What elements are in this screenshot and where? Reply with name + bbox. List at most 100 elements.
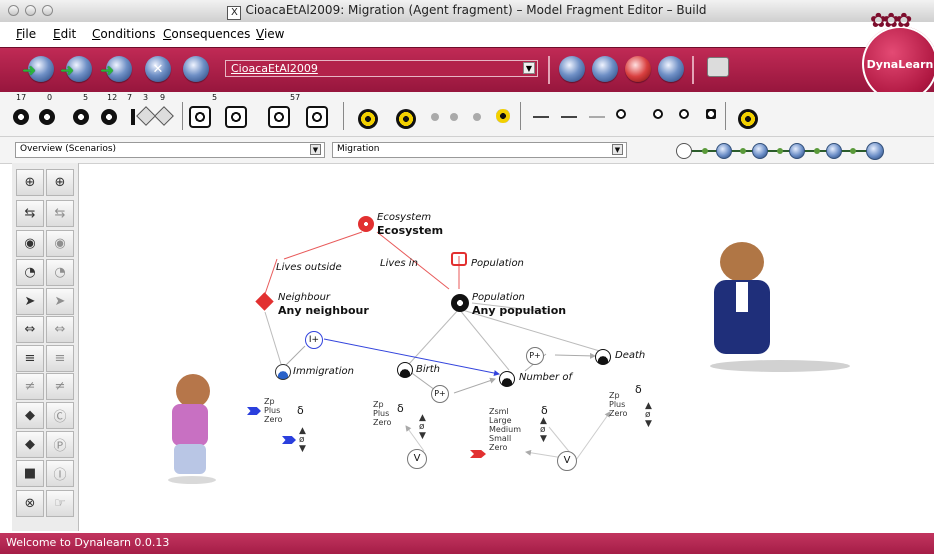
- arrow-icon[interactable]: [650, 106, 672, 128]
- edit-globe-icon-2[interactable]: [592, 56, 618, 82]
- simulate-edit-icon[interactable]: [393, 106, 416, 129]
- equality-tool-icon-2[interactable]: ≡: [46, 345, 74, 372]
- view-select-value: Overview (Scenarios): [20, 144, 117, 154]
- model-fragment-count: 5: [212, 93, 218, 102]
- printer-icon[interactable]: [707, 57, 729, 77]
- scenario-edit-icon[interactable]: [306, 106, 328, 128]
- ecosystem-entity-icon[interactable]: [358, 216, 374, 232]
- equality-tool-icon[interactable]: ≡: [16, 345, 44, 372]
- chevron-down-icon[interactable]: ▼: [523, 62, 535, 74]
- model-select[interactable]: CioacaEtAl2009 ▼: [225, 60, 538, 77]
- birth-quantity-icon[interactable]: [397, 362, 413, 378]
- add-entity-icon[interactable]: ⊕: [16, 169, 44, 196]
- java-app-icon: X: [227, 6, 242, 20]
- add-influence-icon[interactable]: ■: [16, 460, 44, 487]
- agent-count: 0: [47, 93, 53, 102]
- population-name-label: Any population: [472, 304, 567, 317]
- simulate-icon[interactable]: [355, 106, 378, 129]
- add-proportionality-icon[interactable]: ◆: [16, 431, 44, 458]
- proportionality-node-2[interactable]: P+: [431, 385, 449, 403]
- entity-icon[interactable]: [10, 106, 32, 128]
- learning-space-step-4[interactable]: [789, 143, 805, 159]
- view-select[interactable]: Overview (Scenarios) ▼: [15, 142, 325, 158]
- toolbar-divider: [692, 56, 694, 84]
- correspondence-tool-icon-2[interactable]: ⇔: [46, 316, 74, 343]
- dependency-icon[interactable]: [530, 106, 552, 128]
- proportionality-tool-icon[interactable]: Ⓟ: [46, 431, 74, 458]
- cancel-globe-icon[interactable]: ✕: [145, 56, 171, 82]
- relation-lives-in[interactable]: Lives in: [380, 258, 418, 269]
- number-of-derivative-space: ▲ ø ▼: [540, 416, 547, 444]
- immigration-derivative-space: ▲ ø ▼: [299, 426, 306, 454]
- sort-tool-icon[interactable]: ⊗: [16, 490, 44, 517]
- learning-space-step-6[interactable]: [866, 142, 884, 160]
- add-value-icon[interactable]: ◆: [16, 402, 44, 429]
- inequality-tool-icon-2[interactable]: ≠: [46, 373, 74, 400]
- ingredient-toolbar: 17 0 5 12 7 3 9 5 57: [0, 92, 934, 137]
- value-correspondence-node-1[interactable]: V: [407, 449, 427, 469]
- configuration-tool-icon-2[interactable]: ⇆: [46, 200, 74, 227]
- population-entity-icon[interactable]: [451, 294, 469, 312]
- relation-lives-outside[interactable]: Lives outside: [276, 262, 342, 273]
- arrow-tool-icon[interactable]: ➤: [16, 288, 44, 315]
- quantity-tool-icon[interactable]: ◉: [16, 230, 44, 257]
- death-label: Death: [615, 350, 646, 361]
- quantity-icon[interactable]: [98, 106, 120, 128]
- fragment-select[interactable]: Migration ▼: [332, 142, 627, 158]
- learning-space-step-3[interactable]: [752, 143, 768, 159]
- dependency-icon-3[interactable]: [586, 106, 608, 128]
- proportionality-node-1[interactable]: P+: [526, 347, 544, 365]
- globe-icon[interactable]: [183, 56, 209, 82]
- state-icon-2[interactable]: [443, 106, 465, 128]
- ecosystem-type-label: Ecosystem: [377, 212, 432, 223]
- configuration-tool-icon[interactable]: ⇆: [16, 200, 44, 227]
- add-agent-icon[interactable]: ⊕: [46, 169, 74, 196]
- learning-space-step-2[interactable]: [716, 143, 732, 159]
- pointer-tool-icon[interactable]: ☞: [46, 490, 74, 517]
- menu-consequences[interactable]: Consequences: [163, 27, 250, 41]
- correspondence-icon[interactable]: [613, 106, 635, 128]
- learning-space-step-1[interactable]: [676, 143, 692, 159]
- link-icon[interactable]: [676, 106, 698, 128]
- window-title-text: CioacaEtAl2009: Migration (Agent fragmen…: [245, 3, 707, 17]
- arrow-tool-icon-2[interactable]: ➤: [46, 288, 74, 315]
- chart-globe-icon[interactable]: [625, 56, 651, 82]
- back-globe-icon-2[interactable]: ➜: [60, 56, 92, 82]
- gauge-tool-icon-2[interactable]: ◔: [46, 259, 74, 286]
- influence-node[interactable]: I+: [305, 331, 323, 349]
- population-agent-icon[interactable]: [451, 252, 467, 266]
- correspondence-tool-icon[interactable]: ⇔: [16, 316, 44, 343]
- simulate-small-icon[interactable]: [493, 106, 515, 128]
- simulate-full-icon[interactable]: [735, 106, 758, 129]
- influence-tool-icon[interactable]: Ⓘ: [46, 460, 74, 487]
- learning-space-step-5[interactable]: [826, 143, 842, 159]
- back-globe-icon-3[interactable]: ➜: [100, 56, 132, 82]
- edit-globe-icon[interactable]: [559, 56, 585, 82]
- lock-icon[interactable]: [703, 106, 725, 128]
- chevron-down-icon[interactable]: ▼: [310, 144, 321, 155]
- agent-icon[interactable]: [36, 106, 58, 128]
- scenario-icon[interactable]: [268, 106, 290, 128]
- dependency-icon-2[interactable]: [558, 106, 580, 128]
- death-quantity-icon[interactable]: [595, 349, 611, 365]
- configuration-icon[interactable]: [154, 106, 176, 128]
- calculus-tool-icon[interactable]: Ⓒ: [46, 402, 74, 429]
- back-globe-icon[interactable]: ➜: [22, 56, 54, 82]
- menu-view[interactable]: View: [256, 27, 284, 41]
- value-correspondence-node-2[interactable]: V: [557, 451, 577, 471]
- model-fragment-icon[interactable]: [189, 106, 211, 128]
- inequality-tool-icon[interactable]: ≠: [16, 373, 44, 400]
- menu-edit[interactable]: Edit: [53, 27, 76, 41]
- state-icon-3[interactable]: [466, 106, 488, 128]
- clock-globe-icon[interactable]: [658, 56, 684, 82]
- assumption-icon[interactable]: [70, 106, 92, 128]
- model-fragment-green-icon[interactable]: [225, 106, 247, 128]
- model-canvas[interactable]: Ecosystem Ecosystem Lives outside Lives …: [79, 164, 934, 531]
- quantity-tool-icon-2[interactable]: ◉: [46, 230, 74, 257]
- gauge-tool-icon[interactable]: ◔: [16, 259, 44, 286]
- menu-file[interactable]: File: [16, 27, 36, 41]
- chevron-down-icon[interactable]: ▼: [612, 144, 623, 155]
- number-of-quantity-icon[interactable]: [499, 371, 515, 387]
- immigration-quantity-icon[interactable]: [275, 364, 291, 380]
- menu-conditions[interactable]: Conditions: [92, 27, 156, 41]
